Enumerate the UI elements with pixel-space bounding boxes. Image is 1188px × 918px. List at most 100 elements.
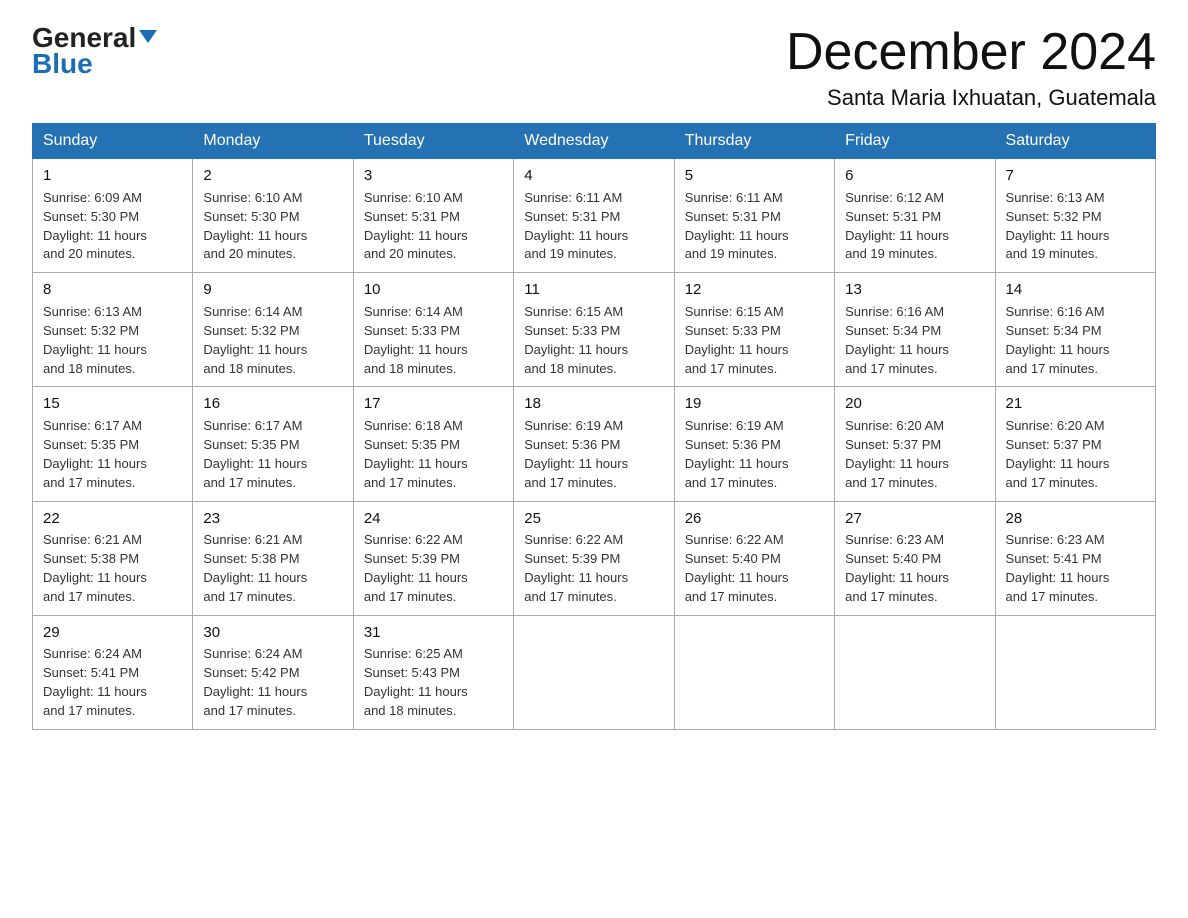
day-info: Sunrise: 6:10 AMSunset: 5:30 PMDaylight:…	[203, 190, 307, 262]
calendar-cell: 7Sunrise: 6:13 AMSunset: 5:32 PMDaylight…	[995, 159, 1155, 273]
calendar-week-row: 15 Sunrise: 6:17 AMSunset: 5:35 PMDayligh…	[33, 387, 1156, 501]
day-number: 15	[43, 393, 182, 415]
calendar-cell	[835, 615, 995, 729]
weekday-header-sunday: Sunday	[33, 124, 193, 159]
weekday-header-monday: Monday	[193, 124, 353, 159]
calendar-cell: 9 Sunrise: 6:14 AMSunset: 5:32 PMDaylight…	[193, 273, 353, 387]
day-info: Sunrise: 6:17 AMSunset: 5:35 PMDaylight:…	[43, 418, 147, 490]
weekday-header-wednesday: Wednesday	[514, 124, 674, 159]
day-number: 25	[524, 508, 663, 530]
calendar-cell: 20Sunrise: 6:20 AMSunset: 5:37 PMDayligh…	[835, 387, 995, 501]
calendar-cell: 26Sunrise: 6:22 AMSunset: 5:40 PMDayligh…	[674, 501, 834, 615]
calendar-cell: 25Sunrise: 6:22 AMSunset: 5:39 PMDayligh…	[514, 501, 674, 615]
day-info: Sunrise: 6:09 AMSunset: 5:30 PMDaylight:…	[43, 190, 147, 262]
day-info: Sunrise: 6:23 AMSunset: 5:41 PMDaylight:…	[1006, 532, 1110, 604]
day-number: 23	[203, 508, 342, 530]
day-number: 3	[364, 165, 503, 187]
day-number: 8	[43, 279, 182, 301]
day-number: 29	[43, 622, 182, 644]
calendar-cell	[995, 615, 1155, 729]
logo: General Blue	[32, 24, 157, 80]
calendar-cell	[514, 615, 674, 729]
calendar-cell: 14 Sunrise: 6:16 AMSunset: 5:34 PMDayligh…	[995, 273, 1155, 387]
day-number: 24	[364, 508, 503, 530]
calendar-cell: 15 Sunrise: 6:17 AMSunset: 5:35 PMDayligh…	[33, 387, 193, 501]
calendar-cell: 30Sunrise: 6:24 AMSunset: 5:42 PMDayligh…	[193, 615, 353, 729]
month-title: December 2024	[786, 24, 1156, 81]
day-number: 5	[685, 165, 824, 187]
calendar-cell: 1 Sunrise: 6:09 AMSunset: 5:30 PMDaylight…	[33, 159, 193, 273]
day-info: Sunrise: 6:13 AMSunset: 5:32 PMDaylight:…	[43, 304, 147, 376]
day-info: Sunrise: 6:25 AMSunset: 5:43 PMDaylight:…	[364, 646, 468, 718]
day-info: Sunrise: 6:11 AMSunset: 5:31 PMDaylight:…	[685, 190, 789, 262]
day-number: 9	[203, 279, 342, 301]
day-number: 10	[364, 279, 503, 301]
calendar-table: SundayMondayTuesdayWednesdayThursdayFrid…	[32, 123, 1156, 730]
day-number: 13	[845, 279, 984, 301]
calendar-cell: 2 Sunrise: 6:10 AMSunset: 5:30 PMDaylight…	[193, 159, 353, 273]
calendar-cell: 5 Sunrise: 6:11 AMSunset: 5:31 PMDaylight…	[674, 159, 834, 273]
weekday-header-thursday: Thursday	[674, 124, 834, 159]
weekday-header-saturday: Saturday	[995, 124, 1155, 159]
day-number: 18	[524, 393, 663, 415]
day-number: 31	[364, 622, 503, 644]
calendar-cell: 4Sunrise: 6:11 AMSunset: 5:31 PMDaylight…	[514, 159, 674, 273]
day-info: Sunrise: 6:21 AMSunset: 5:38 PMDaylight:…	[43, 532, 147, 604]
day-number: 17	[364, 393, 503, 415]
calendar-cell: 12 Sunrise: 6:15 AMSunset: 5:33 PMDayligh…	[674, 273, 834, 387]
day-number: 4	[524, 165, 663, 187]
calendar-cell: 22Sunrise: 6:21 AMSunset: 5:38 PMDayligh…	[33, 501, 193, 615]
day-info: Sunrise: 6:20 AMSunset: 5:37 PMDaylight:…	[845, 418, 949, 490]
calendar-cell: 17 Sunrise: 6:18 AMSunset: 5:35 PMDayligh…	[353, 387, 513, 501]
day-info: Sunrise: 6:16 AMSunset: 5:34 PMDaylight:…	[1006, 304, 1110, 376]
calendar-week-row: 29Sunrise: 6:24 AMSunset: 5:41 PMDayligh…	[33, 615, 1156, 729]
calendar-cell: 11Sunrise: 6:15 AMSunset: 5:33 PMDayligh…	[514, 273, 674, 387]
calendar-cell: 6 Sunrise: 6:12 AMSunset: 5:31 PMDaylight…	[835, 159, 995, 273]
day-info: Sunrise: 6:19 AMSunset: 5:36 PMDaylight:…	[685, 418, 789, 490]
calendar-cell	[674, 615, 834, 729]
day-number: 19	[685, 393, 824, 415]
calendar-cell: 13 Sunrise: 6:16 AMSunset: 5:34 PMDayligh…	[835, 273, 995, 387]
day-number: 22	[43, 508, 182, 530]
calendar-cell: 24Sunrise: 6:22 AMSunset: 5:39 PMDayligh…	[353, 501, 513, 615]
day-info: Sunrise: 6:22 AMSunset: 5:39 PMDaylight:…	[364, 532, 468, 604]
day-info: Sunrise: 6:14 AMSunset: 5:33 PMDaylight:…	[364, 304, 468, 376]
day-info: Sunrise: 6:22 AMSunset: 5:40 PMDaylight:…	[685, 532, 789, 604]
day-number: 2	[203, 165, 342, 187]
day-number: 1	[43, 165, 182, 187]
day-info: Sunrise: 6:20 AMSunset: 5:37 PMDaylight:…	[1006, 418, 1110, 490]
day-number: 27	[845, 508, 984, 530]
day-info: Sunrise: 6:16 AMSunset: 5:34 PMDaylight:…	[845, 304, 949, 376]
day-info: Sunrise: 6:18 AMSunset: 5:35 PMDaylight:…	[364, 418, 468, 490]
day-info: Sunrise: 6:15 AMSunset: 5:33 PMDaylight:…	[685, 304, 789, 376]
calendar-cell: 16Sunrise: 6:17 AMSunset: 5:35 PMDayligh…	[193, 387, 353, 501]
calendar-cell: 18Sunrise: 6:19 AMSunset: 5:36 PMDayligh…	[514, 387, 674, 501]
day-number: 6	[845, 165, 984, 187]
day-info: Sunrise: 6:23 AMSunset: 5:40 PMDaylight:…	[845, 532, 949, 604]
day-info: Sunrise: 6:17 AMSunset: 5:35 PMDaylight:…	[203, 418, 307, 490]
calendar-cell: 21Sunrise: 6:20 AMSunset: 5:37 PMDayligh…	[995, 387, 1155, 501]
calendar-cell: 3 Sunrise: 6:10 AMSunset: 5:31 PMDaylight…	[353, 159, 513, 273]
day-info: Sunrise: 6:24 AMSunset: 5:42 PMDaylight:…	[203, 646, 307, 718]
calendar-cell: 8 Sunrise: 6:13 AMSunset: 5:32 PMDaylight…	[33, 273, 193, 387]
day-number: 30	[203, 622, 342, 644]
calendar-cell: 27Sunrise: 6:23 AMSunset: 5:40 PMDayligh…	[835, 501, 995, 615]
day-info: Sunrise: 6:10 AMSunset: 5:31 PMDaylight:…	[364, 190, 468, 262]
day-info: Sunrise: 6:24 AMSunset: 5:41 PMDaylight:…	[43, 646, 147, 718]
day-info: Sunrise: 6:12 AMSunset: 5:31 PMDaylight:…	[845, 190, 949, 262]
day-number: 11	[524, 279, 663, 301]
day-info: Sunrise: 6:21 AMSunset: 5:38 PMDaylight:…	[203, 532, 307, 604]
day-info: Sunrise: 6:13 AMSunset: 5:32 PMDaylight:…	[1006, 190, 1110, 262]
day-number: 26	[685, 508, 824, 530]
day-number: 14	[1006, 279, 1145, 301]
weekday-header-friday: Friday	[835, 124, 995, 159]
title-block: December 2024 Santa Maria Ixhuatan, Guat…	[786, 24, 1156, 111]
day-number: 12	[685, 279, 824, 301]
calendar-cell: 23Sunrise: 6:21 AMSunset: 5:38 PMDayligh…	[193, 501, 353, 615]
day-info: Sunrise: 6:22 AMSunset: 5:39 PMDaylight:…	[524, 532, 628, 604]
page-header: General Blue December 2024 Santa Maria I…	[32, 24, 1156, 111]
day-number: 28	[1006, 508, 1145, 530]
calendar-week-row: 22Sunrise: 6:21 AMSunset: 5:38 PMDayligh…	[33, 501, 1156, 615]
day-info: Sunrise: 6:14 AMSunset: 5:32 PMDaylight:…	[203, 304, 307, 376]
calendar-cell: 19 Sunrise: 6:19 AMSunset: 5:36 PMDayligh…	[674, 387, 834, 501]
